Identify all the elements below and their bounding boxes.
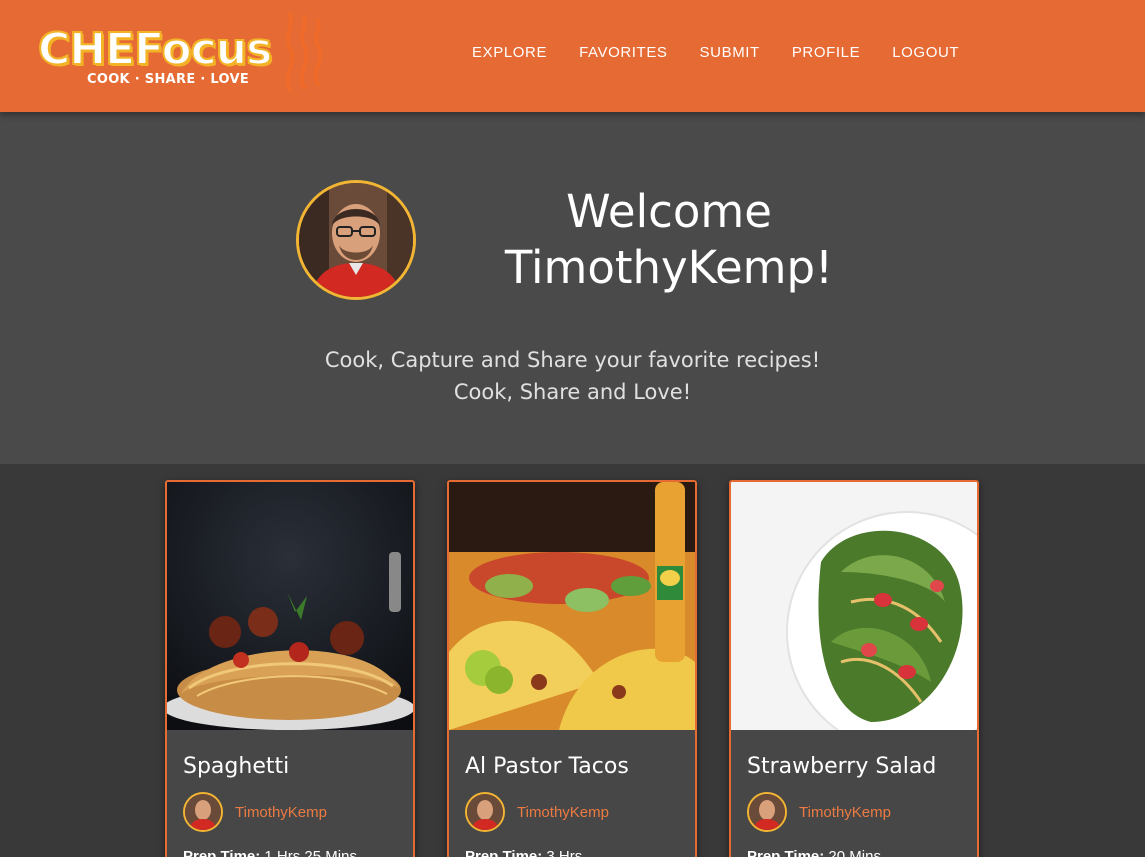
recipe-title: Strawberry Salad: [747, 754, 937, 779]
hero-tagline: Cook, Capture and Share your favorite re…: [0, 344, 1145, 408]
welcome-line: Welcome: [566, 185, 772, 238]
nav-logout[interactable]: LOGOUT: [892, 44, 959, 61]
prep-time-value: 1 Hrs 25 Mins: [264, 848, 357, 857]
prep-time-label: Prep Time:: [183, 848, 261, 857]
welcome-username: TimothyKemp!: [504, 241, 834, 294]
nav-explore[interactable]: EXPLORE: [472, 44, 547, 61]
prep-time-value: 20 Mins: [828, 848, 881, 857]
recipe-image-tacos: [449, 482, 695, 730]
prep-time-value: 3 Hrs: [546, 848, 583, 857]
author-avatar: [747, 792, 787, 832]
recipe-author[interactable]: TimothyKemp: [465, 792, 609, 832]
chefocus-logo[interactable]: CHEFocus COOK · SHARE · LOVE: [34, 12, 334, 96]
nav-favorites[interactable]: FAVORITES: [579, 44, 667, 61]
recipe-image-salad: [731, 482, 977, 730]
author-name-link[interactable]: TimothyKemp: [799, 804, 891, 821]
author-avatar: [183, 792, 223, 832]
recipe-card[interactable]: Al Pastor Tacos TimothyKemp Prep Time: 3…: [447, 480, 697, 857]
recipe-image-spaghetti: [167, 482, 413, 730]
recipe-card[interactable]: Strawberry Salad TimothyKemp Prep Time: …: [729, 480, 979, 857]
recipe-grid: Spaghetti TimothyKemp Prep Time: 1 Hrs 2…: [0, 464, 1145, 857]
recipe-author[interactable]: TimothyKemp: [183, 792, 327, 832]
prep-time-label: Prep Time:: [465, 848, 543, 857]
prep-time: Prep Time: 20 Mins: [747, 848, 881, 857]
logo-wordmark: CHEFocus: [37, 24, 273, 75]
nav-profile[interactable]: PROFILE: [792, 44, 860, 61]
prep-time-label: Prep Time:: [747, 848, 825, 857]
prep-time: Prep Time: 3 Hrs: [465, 848, 582, 857]
tagline-line-1: Cook, Capture and Share your favorite re…: [324, 348, 821, 372]
steam-icon: [285, 12, 323, 92]
welcome-hero: Welcome TimothyKemp! Cook, Capture and S…: [0, 112, 1145, 464]
user-avatar[interactable]: [296, 180, 416, 300]
recipe-title: Al Pastor Tacos: [465, 754, 629, 779]
welcome-heading: Welcome TimothyKemp!: [470, 184, 868, 296]
recipe-card[interactable]: Spaghetti TimothyKemp Prep Time: 1 Hrs 2…: [165, 480, 415, 857]
recipe-title: Spaghetti: [183, 754, 290, 779]
prep-time: Prep Time: 1 Hrs 25 Mins: [183, 848, 357, 857]
author-name-link[interactable]: TimothyKemp: [235, 804, 327, 821]
logo-tagline: COOK · SHARE · LOVE: [87, 72, 250, 87]
recipe-author[interactable]: TimothyKemp: [747, 792, 891, 832]
app-header: CHEFocus COOK · SHARE · LOVE EXPLORE FAV…: [0, 0, 1145, 112]
main-nav: EXPLORE FAVORITES SUBMIT PROFILE LOGOUT: [472, 44, 959, 61]
nav-submit[interactable]: SUBMIT: [700, 44, 760, 61]
author-avatar: [465, 792, 505, 832]
tagline-line-2: Cook, Share and Love!: [453, 380, 692, 404]
user-photo: [299, 183, 413, 297]
author-name-link[interactable]: TimothyKemp: [517, 804, 609, 821]
